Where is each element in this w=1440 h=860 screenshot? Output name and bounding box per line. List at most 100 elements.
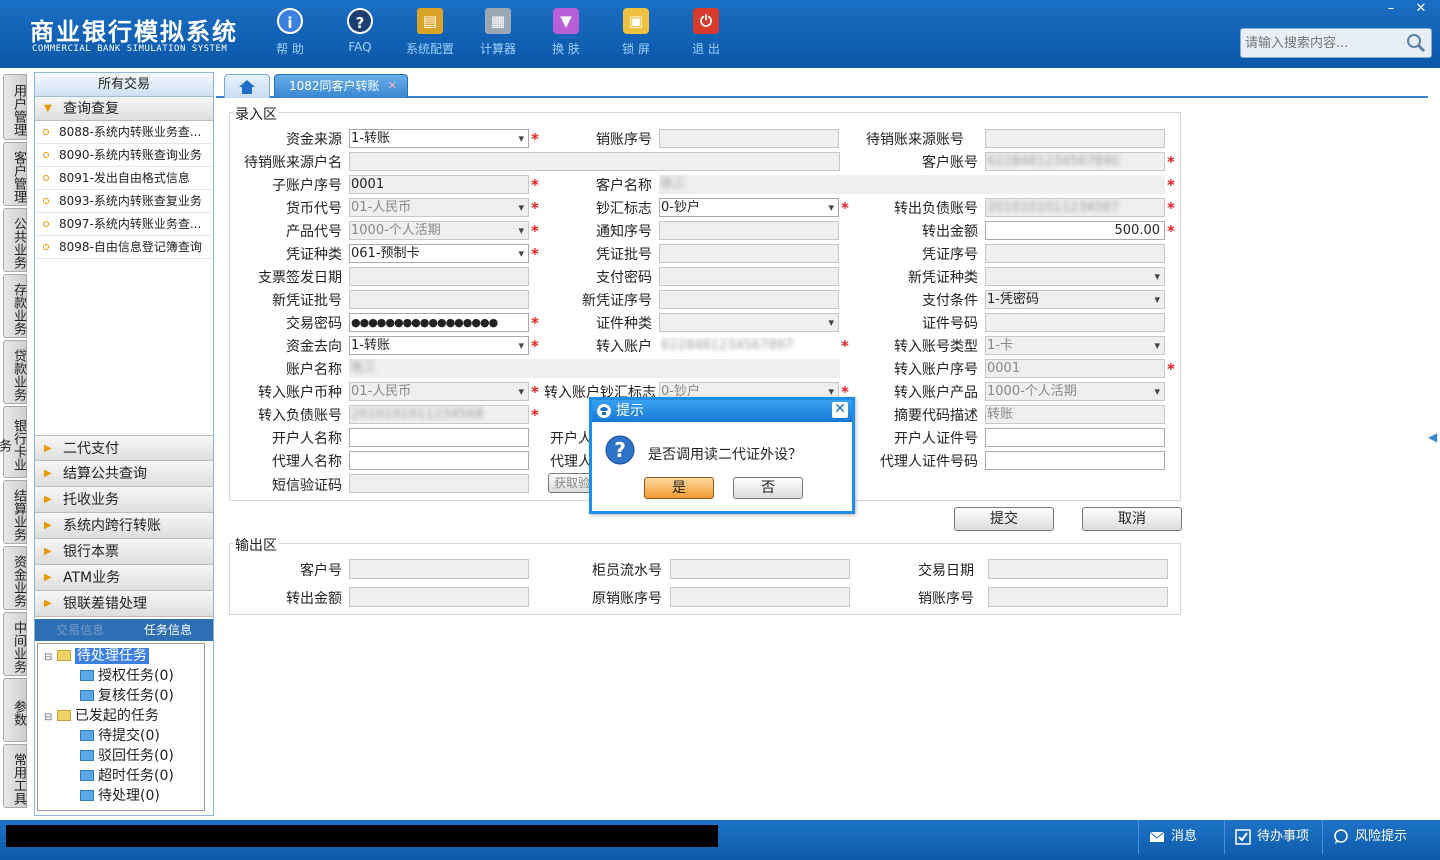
vtab-fund[interactable]: 资金业务 <box>3 546 27 610</box>
messages-button[interactable]: 消息 <box>1138 820 1224 854</box>
txn-item[interactable]: 8097-系统内转账业务查... <box>35 213 213 236</box>
sub-acct-no-field[interactable]: 0001 <box>349 175 529 194</box>
tree-node-timeout[interactable]: 超时任务(0) <box>80 766 174 786</box>
category-item[interactable]: ▶ ATM业务 <box>35 565 213 591</box>
new-voucher-no-field[interactable] <box>659 290 839 309</box>
txn-date-field[interactable] <box>988 559 1168 579</box>
vtab-loan[interactable]: 贷款业务 <box>3 340 27 404</box>
currency-select[interactable]: 01-人民币 <box>349 198 529 217</box>
product-select[interactable]: 1000-个人活期 <box>349 221 529 240</box>
txn-item[interactable]: 8093-系统内转账查复业务 <box>35 190 213 213</box>
tree-node-pending[interactable]: ⊟ 待处理任务 <box>44 646 149 666</box>
in-acct-field[interactable]: 6228481234567897 <box>659 336 839 355</box>
txn-item[interactable]: 8098-自由信息登记簿查询 <box>35 236 213 259</box>
tree-node-to-submit[interactable]: 待提交(0) <box>80 726 160 746</box>
txn-item[interactable]: 8091-发出自由格式信息 <box>35 167 213 190</box>
category-query[interactable]: ▼ 查询查复 <box>35 97 213 121</box>
vtab-settlement[interactable]: 结算业务 <box>3 480 27 544</box>
category-item[interactable]: ▶ 结算公共查询 <box>35 461 213 487</box>
tree-node-rejected[interactable]: 驳回任务(0) <box>80 746 174 766</box>
tree-node-auth[interactable]: 授权任务(0) <box>80 666 174 686</box>
cancel-button[interactable]: 取消 <box>1082 507 1182 531</box>
category-item[interactable]: ▶ 银行本票 <box>35 539 213 565</box>
search-input[interactable] <box>1241 29 1401 57</box>
todo-button[interactable]: 待办事项 <box>1224 820 1322 854</box>
tree-node-started[interactable]: ⊟ 已发起的任务 <box>44 706 159 726</box>
dialog-close-icon[interactable]: ✕ <box>832 402 848 418</box>
voucher-no-field[interactable] <box>985 244 1165 263</box>
agent-id-no-field[interactable] <box>985 451 1165 470</box>
pending-src-acct-field[interactable] <box>985 129 1165 148</box>
txn-pwd-field[interactable]: ●●●●●●●●●●●●●●●●● <box>349 313 529 332</box>
tab-txn-info[interactable]: 交易信息 <box>37 621 123 639</box>
category-item[interactable]: ▶ 系统内跨行转账 <box>35 513 213 539</box>
submit-button[interactable]: 提交 <box>954 507 1054 531</box>
in-currency-select[interactable]: 01-人民币 <box>349 382 529 401</box>
agent-name-field[interactable] <box>349 451 529 470</box>
out-amount-field[interactable]: 500.00 <box>985 221 1165 240</box>
opener-id-no-field[interactable] <box>985 428 1165 447</box>
out-writeoff-field[interactable] <box>988 587 1168 607</box>
search-icon[interactable] <box>1405 32 1427 54</box>
tree-node-review[interactable]: 复核任务(0) <box>80 686 174 706</box>
pending-src-name-field[interactable] <box>349 152 840 171</box>
id-no-field[interactable] <box>985 313 1165 332</box>
vtab-public[interactable]: 公共业务 <box>3 208 27 272</box>
vtab-params[interactable]: 参数 <box>3 678 27 742</box>
voucher-type-select[interactable]: 061-预制卡 <box>349 244 529 263</box>
in-product-select[interactable]: 1000-个人活期 <box>985 382 1165 401</box>
voucher-batch-field[interactable] <box>659 244 839 263</box>
id-type-select[interactable] <box>659 313 839 332</box>
txn-item[interactable]: 8090-系统内转账查询业务 <box>35 144 213 167</box>
calculator-button[interactable]: ▦ 计算器 <box>468 8 528 62</box>
acct-name-field[interactable]: 张三 <box>349 359 840 378</box>
settings-button[interactable]: ▤ 系统配置 <box>400 8 460 62</box>
cash-flag-select[interactable]: 0-钞户 <box>659 198 839 217</box>
vtab-customer-mgmt[interactable]: 客户管理 <box>3 142 27 206</box>
category-item[interactable]: ▶ 二代支付 <box>35 435 213 461</box>
faq-button[interactable]: ? FAQ <box>330 8 390 62</box>
txn-item[interactable]: 8088-系统内转账业务查... <box>35 121 213 144</box>
vtab-user-mgmt[interactable]: 用户管理 <box>3 74 27 140</box>
vtab-deposit[interactable]: 存款业务 <box>3 274 27 338</box>
teller-serial-field[interactable] <box>670 559 850 579</box>
in-sub-no-field[interactable]: 0001 <box>985 359 1165 378</box>
notice-no-field[interactable] <box>659 221 839 240</box>
category-item[interactable]: ▶ 托收业务 <box>35 487 213 513</box>
category-item[interactable]: ▶ 银联差错处理 <box>35 591 213 617</box>
cust-acct-field[interactable]: 6228481234567890 <box>985 152 1165 171</box>
cust-name-field[interactable]: 张三 <box>659 175 1165 194</box>
vtab-card[interactable]: 银行卡业务 <box>0 406 27 478</box>
out-liab-acct-field[interactable]: 2010101011234567 <box>985 198 1165 217</box>
skin-button[interactable]: ▼ 换 肤 <box>536 8 596 62</box>
out-cust-no-field[interactable] <box>349 559 529 579</box>
dialog-no-button[interactable]: 否 <box>733 477 803 499</box>
fund-source-select[interactable]: 1-转账 <box>349 129 529 148</box>
in-acct-type-select[interactable]: 1-卡 <box>985 336 1165 355</box>
tab-home[interactable] <box>224 74 270 98</box>
orig-writeoff-field[interactable] <box>670 587 850 607</box>
help-button[interactable]: i 帮 助 <box>260 8 320 62</box>
writeoff-no-field[interactable] <box>659 129 839 148</box>
exit-button[interactable]: ⏻ 退 出 <box>676 8 736 62</box>
close-tab-icon[interactable]: ✕ <box>388 75 397 97</box>
pay-pwd-field[interactable] <box>659 267 839 286</box>
tab-task-info[interactable]: 任务信息 <box>125 621 211 639</box>
new-voucher-type-select[interactable] <box>985 267 1165 286</box>
vtab-intermediary[interactable]: 中间业务 <box>3 612 27 676</box>
lock-button[interactable]: ▣ 锁 屏 <box>606 8 666 62</box>
dialog-yes-button[interactable]: 是 <box>644 477 714 499</box>
out-amount-result-field[interactable] <box>349 587 529 607</box>
tree-node-todo[interactable]: 待处理(0) <box>80 786 160 806</box>
collapse-right-icon[interactable]: ◀ <box>1428 430 1437 444</box>
opener-name-field[interactable] <box>349 428 529 447</box>
cheque-date-field[interactable] <box>349 267 529 286</box>
risk-alert-button[interactable]: 风险提示 <box>1322 820 1432 854</box>
tab-transfer[interactable]: 1082同客户转账 ✕ <box>274 74 408 98</box>
vtab-tools[interactable]: 常用工具 <box>3 744 27 808</box>
in-liab-acct-field[interactable]: 2010101011234568 <box>349 405 529 424</box>
summary-desc-field[interactable]: 转账 <box>985 405 1165 424</box>
close-window-button[interactable]: ✕ <box>1406 0 1436 18</box>
new-voucher-batch-field[interactable] <box>349 290 529 309</box>
pay-cond-select[interactable]: 1-凭密码 <box>985 290 1165 309</box>
